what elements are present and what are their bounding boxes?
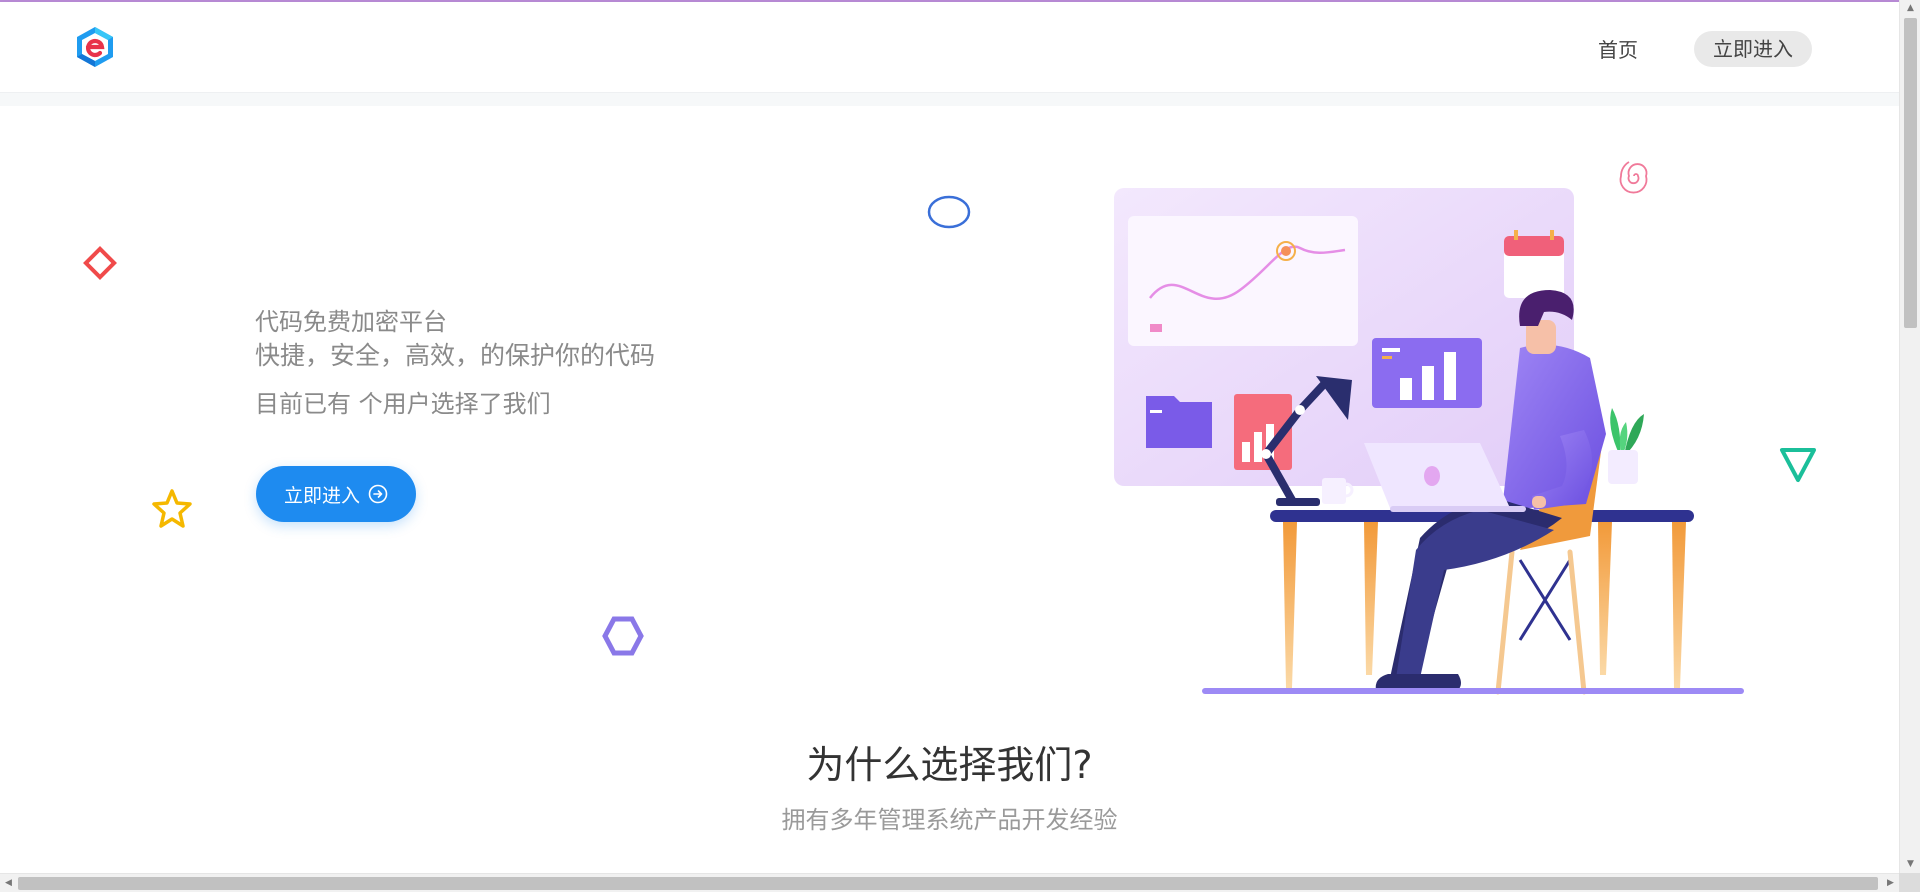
developer-desk-illustration [1114, 188, 1744, 695]
scroll-down-arrow-icon[interactable]: ▼ [1900, 856, 1920, 873]
hexagon-shape-icon [602, 616, 644, 656]
diamond-shape-icon [83, 246, 117, 280]
hero-enter-label: 立即进入 [283, 484, 360, 507]
nav-enter-button[interactable]: 立即进入 [1694, 31, 1812, 67]
page-viewport: 首页 立即进入 代码免费加密平台 快捷，安全，高效，的保护你的代码 目前已有 个… [0, 0, 1899, 873]
hero-subtitle: 快捷，安全，高效，的保护你的代码 [255, 341, 656, 370]
hero-enter-button[interactable]: 立即进入 [256, 466, 416, 522]
hero-title: 代码免费加密平台 [255, 308, 447, 336]
navbar-divider [0, 93, 1899, 106]
arrow-right-circle-icon [368, 484, 388, 504]
star-shape-icon [152, 489, 192, 528]
scroll-right-arrow-icon[interactable]: ▶ [1882, 874, 1899, 893]
hero-user-count: 目前已有 个用户选择了我们 [255, 390, 551, 418]
scroll-up-arrow-icon[interactable]: ▲ [1900, 0, 1920, 17]
e-cube-logo-icon[interactable] [75, 26, 115, 68]
vertical-scrollbar-thumb[interactable] [1904, 18, 1917, 328]
vertical-scrollbar[interactable]: ▲ ▼ [1899, 0, 1920, 873]
ellipse-shape-icon [927, 195, 971, 229]
triangle-shape-icon [1780, 448, 1816, 482]
horizontal-scrollbar-thumb[interactable] [18, 877, 1878, 890]
nav-home-link[interactable]: 首页 [1598, 34, 1638, 63]
why-section-title: 为什么选择我们? [806, 743, 1093, 787]
navbar: 首页 立即进入 [0, 2, 1899, 93]
scroll-left-arrow-icon[interactable]: ◀ [0, 874, 17, 893]
scrollbar-corner [1899, 873, 1920, 892]
why-section-subtitle: 拥有多年管理系统产品开发经验 [781, 806, 1118, 834]
horizontal-scrollbar[interactable]: ◀ ▶ [0, 873, 1899, 892]
